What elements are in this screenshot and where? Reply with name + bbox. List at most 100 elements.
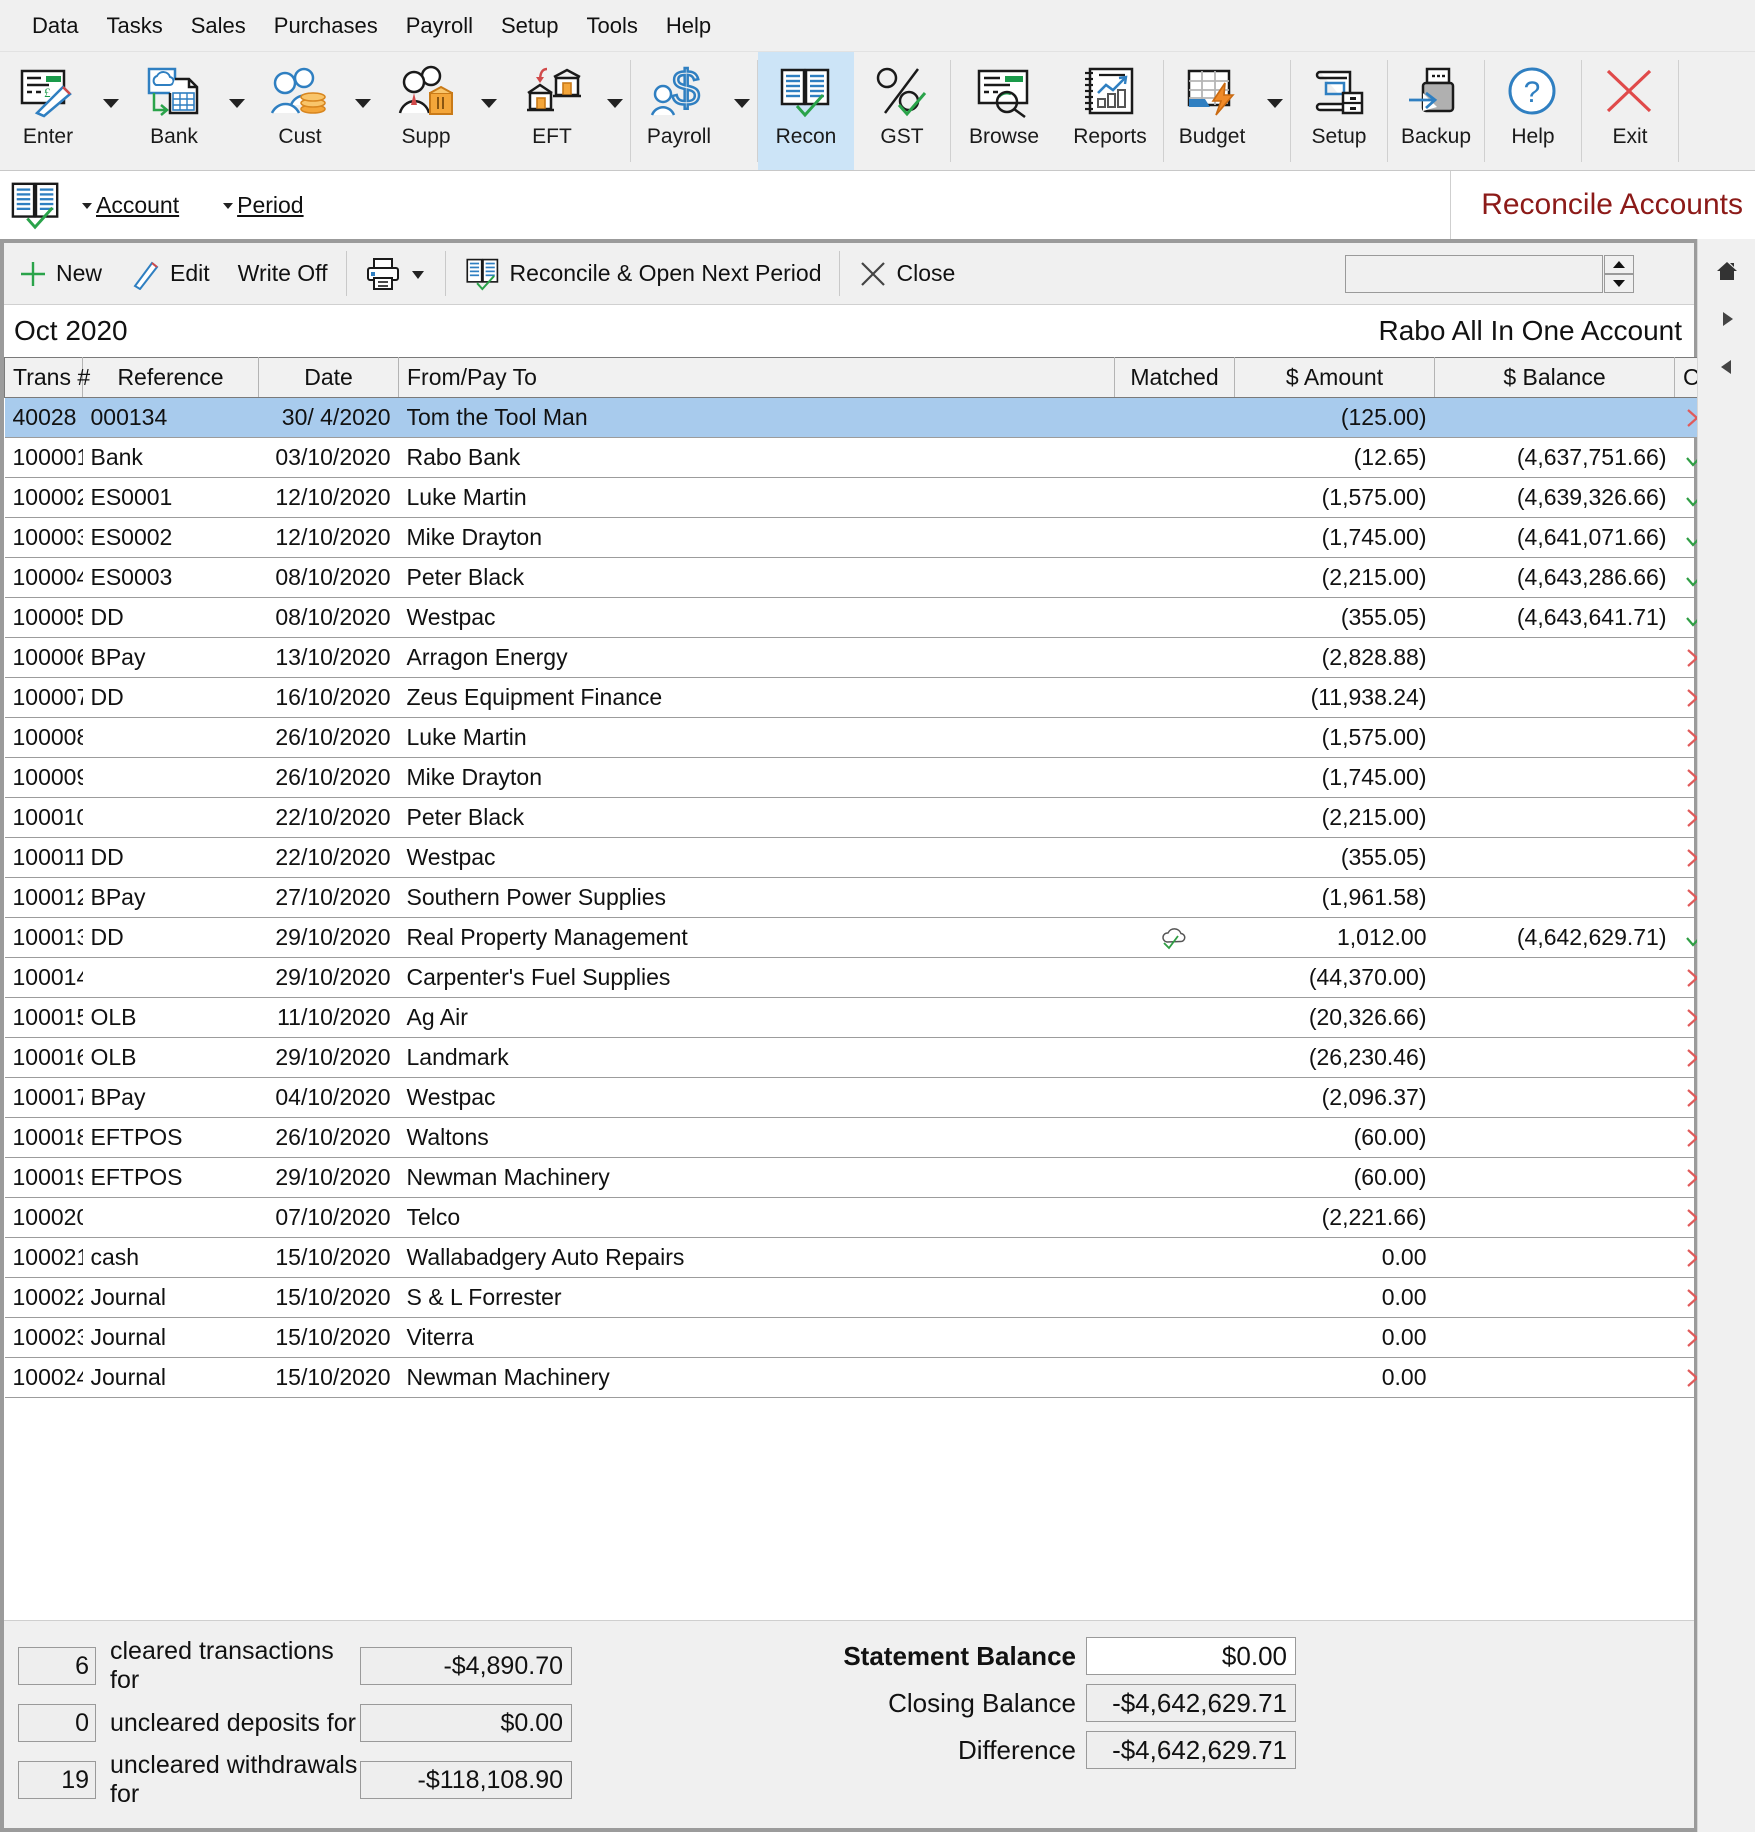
table-row[interactable]: 100002 ES0001 12/10/2020 Luke Martin (1,575.…	[4, 477, 1719, 518]
ribbon-button-payroll[interactable]: $ Payroll	[631, 52, 727, 170]
table-row[interactable]: 100017 BPay 04/10/2020 Westpac (2,096.37)	[4, 1077, 1719, 1118]
ribbon-button-help[interactable]: ? Help	[1485, 52, 1581, 170]
cell-balance: (4,641,071.66)	[1434, 517, 1675, 558]
pencil-icon	[130, 258, 162, 290]
cell-trans-number: 100011	[4, 837, 83, 878]
table-row[interactable]: 100010 22/10/2020 Peter Black (2,215.00)	[4, 797, 1719, 838]
table-row[interactable]: 40028 000134 30/ 4/2020 Tom the Tool Man (12…	[4, 397, 1719, 438]
chevron-left-icon[interactable]	[1707, 343, 1747, 391]
ribbon-caret-supp[interactable]	[474, 52, 504, 170]
table-row[interactable]: 100008 26/10/2020 Luke Martin (1,575.00)	[4, 717, 1719, 758]
period-spin-buttons	[1604, 254, 1634, 293]
print-button[interactable]	[351, 243, 441, 304]
ribbon-button-cust[interactable]: Cust	[252, 52, 348, 170]
spin-down-button[interactable]	[1604, 273, 1634, 293]
ribbon-button-budget[interactable]: Budget	[1164, 52, 1260, 170]
spin-up-button[interactable]	[1604, 254, 1634, 274]
column-header-balance[interactable]: $ Balance	[1434, 357, 1675, 398]
table-row[interactable]: 100005 DD 08/10/2020 Westpac (355.05) (4,643,…	[4, 597, 1719, 638]
reconcile-open-next-period-button[interactable]: Reconcile & Open Next Period	[450, 243, 836, 304]
ribbon-button-backup[interactable]: Backup	[1388, 52, 1484, 170]
ribbon-button-eft[interactable]: EFT	[504, 52, 600, 170]
table-row[interactable]: 100014 29/10/2020 Carpenter's Fuel Supplie…	[4, 957, 1719, 998]
edit-label: Edit	[170, 260, 210, 286]
ribbon-caret-payroll[interactable]	[727, 52, 757, 170]
table-row[interactable]: 100024 Journal 15/10/2020 Newman Machinery 0…	[4, 1357, 1719, 1398]
column-header-matched[interactable]: Matched	[1114, 357, 1235, 398]
table-row[interactable]: 100022 Journal 15/10/2020 S & L Forrester 0.…	[4, 1277, 1719, 1318]
ribbon-caret-enter[interactable]	[96, 52, 126, 170]
table-row[interactable]: 100007 DD 16/10/2020 Zeus Equipment Finance…	[4, 677, 1719, 718]
new-button[interactable]: New	[4, 243, 116, 304]
close-button[interactable]: Close	[844, 243, 969, 304]
context-menu-account[interactable]: Account	[82, 192, 179, 219]
ribbon-button-enter[interactable]: £ Enter	[0, 52, 96, 170]
column-header-date[interactable]: Date	[258, 357, 399, 398]
table-row[interactable]: 100015 OLB 11/10/2020 Ag Air (20,326.66)	[4, 997, 1719, 1038]
statement-balance-input[interactable]: $0.00	[1086, 1637, 1296, 1675]
ribbon-button-recon[interactable]: Recon	[758, 52, 854, 170]
ribbon-button-exit[interactable]: Exit	[1582, 52, 1678, 170]
cell-balance	[1434, 997, 1675, 1038]
table-row[interactable]: 100018 EFTPOS 26/10/2020 Waltons (60.00)	[4, 1117, 1719, 1158]
ribbon-caret-cust[interactable]	[348, 52, 378, 170]
period-spin-input[interactable]	[1345, 254, 1603, 293]
ribbon-button-setup[interactable]: Setup	[1291, 52, 1387, 170]
table-row[interactable]: 100001 Bank 03/10/2020 Rabo Bank (12.65) (4,6…	[4, 437, 1719, 478]
table-row[interactable]: 100021 cash 15/10/2020 Wallabadgery Auto Re…	[4, 1237, 1719, 1278]
cell-matched	[1114, 1037, 1235, 1078]
cell-trans-number: 100016	[4, 1037, 83, 1078]
print-dropdown-caret[interactable]	[409, 267, 427, 281]
menu-item-purchases[interactable]: Purchases	[260, 9, 392, 43]
table-row[interactable]: 100003 ES0002 12/10/2020 Mike Drayton (1,745…	[4, 517, 1719, 558]
menu-item-tasks[interactable]: Tasks	[92, 9, 176, 43]
write-off-button[interactable]: Write Off	[224, 243, 342, 304]
menu-item-setup[interactable]: Setup	[487, 9, 573, 43]
table-row[interactable]: 100023 Journal 15/10/2020 Viterra 0.00	[4, 1317, 1719, 1358]
column-header-from-pay-to[interactable]: From/Pay To	[398, 357, 1115, 398]
triangle-up-icon	[1613, 260, 1625, 268]
table-row[interactable]: 100016 OLB 29/10/2020 Landmark (26,230.46)	[4, 1037, 1719, 1078]
column-header-trans[interactable]: Trans #	[4, 357, 90, 398]
menu-item-sales[interactable]: Sales	[177, 9, 260, 43]
cell-trans-number: 100001	[4, 437, 83, 478]
ribbon-label-budget: Budget	[1178, 125, 1246, 148]
table-row[interactable]: 100004 ES0003 08/10/2020 Peter Black (2,215.…	[4, 557, 1719, 598]
table-row[interactable]: 100011 DD 22/10/2020 Westpac (355.05)	[4, 837, 1719, 878]
context-menu-period[interactable]: Period	[223, 192, 304, 219]
edit-button[interactable]: Edit	[116, 243, 224, 304]
cell-date: 22/10/2020	[258, 837, 399, 878]
cell-balance	[1434, 677, 1675, 718]
ribbon-caret-eft[interactable]	[600, 52, 630, 170]
ribbon-button-bank[interactable]: Bank	[126, 52, 222, 170]
cell-from-pay-to: Mike Drayton	[398, 757, 1115, 798]
summary-left-column: 6 cleared transactions for -$4,890.70 0 …	[4, 1637, 684, 1818]
table-row[interactable]: 100020 07/10/2020 Telco (2,221.66)	[4, 1197, 1719, 1238]
ribbon-caret-budget[interactable]	[1260, 52, 1290, 170]
ribbon-label-eft: EFT	[532, 125, 572, 148]
ribbon-button-supp[interactable]: Supp	[378, 52, 474, 170]
table-row[interactable]: 100012 BPay 27/10/2020 Southern Power Suppl…	[4, 877, 1719, 918]
ribbon-button-reports[interactable]: Reports	[1057, 52, 1163, 170]
cell-from-pay-to: Newman Machinery	[398, 1357, 1115, 1398]
cell-date: 29/10/2020	[258, 957, 399, 998]
menu-item-tools[interactable]: Tools	[572, 9, 651, 43]
column-header-amount[interactable]: $ Amount	[1234, 357, 1435, 398]
ribbon-button-gst[interactable]: GST	[854, 52, 950, 170]
home-icon[interactable]	[1707, 247, 1747, 295]
cloud-tick-icon[interactable]	[1114, 917, 1235, 958]
column-header-reference[interactable]: Reference	[82, 357, 259, 398]
table-row[interactable]: 100019 EFTPOS 29/10/2020 Newman Machinery (6…	[4, 1157, 1719, 1198]
cleared-amount: -$4,890.70	[360, 1647, 572, 1685]
menu-item-payroll[interactable]: Payroll	[392, 9, 487, 43]
table-row[interactable]: 100006 BPay 13/10/2020 Arragon Energy (2,828…	[4, 637, 1719, 678]
table-row[interactable]: 100009 26/10/2020 Mike Drayton (1,745.00)	[4, 757, 1719, 798]
chevron-right-icon[interactable]	[1707, 295, 1747, 343]
ribbon-button-browse[interactable]: Browse	[951, 52, 1057, 170]
menu-item-help[interactable]: Help	[652, 9, 725, 43]
table-row[interactable]: 100013 DD 29/10/2020 Real Property Manageme…	[4, 917, 1719, 958]
menu-item-data[interactable]: Data	[18, 9, 92, 43]
exit-cross-icon	[1601, 61, 1659, 123]
cell-from-pay-to: Landmark	[398, 1037, 1115, 1078]
ribbon-caret-bank[interactable]	[222, 52, 252, 170]
